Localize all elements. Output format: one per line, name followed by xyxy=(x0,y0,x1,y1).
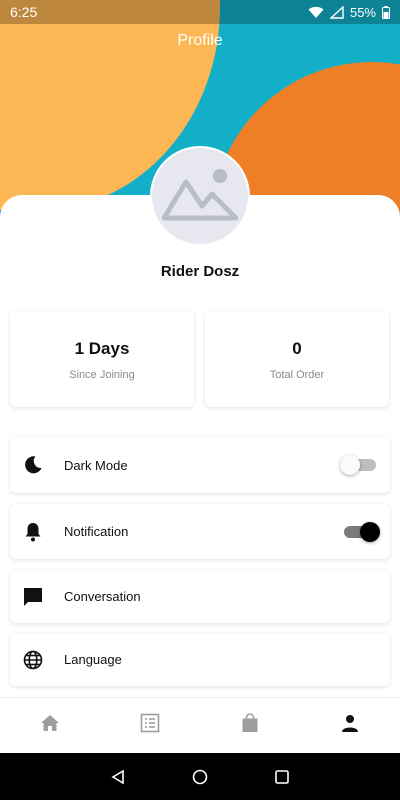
stat-label: Since Joining xyxy=(69,369,135,381)
status-time: 6:25 xyxy=(10,4,38,20)
user-name: Rider Dosz xyxy=(160,263,240,280)
dark-mode-toggle[interactable] xyxy=(340,454,378,476)
stat-card-since-joining: 1 Days Since Joining xyxy=(10,311,194,407)
avatar[interactable] xyxy=(150,146,250,246)
moon-icon xyxy=(22,454,44,476)
stat-card-total-order: 0 Total Order xyxy=(205,311,389,407)
recents-icon[interactable] xyxy=(271,766,293,788)
notification-toggle[interactable] xyxy=(342,521,380,543)
globe-icon xyxy=(22,649,44,671)
stat-value: 1 Days xyxy=(74,339,130,358)
page-title: Profile xyxy=(177,32,223,49)
chat-icon xyxy=(22,586,44,608)
signal-icon xyxy=(329,5,344,19)
bottom-navigation xyxy=(0,697,400,753)
menu-label: Dark Mode xyxy=(64,457,128,473)
home-icon xyxy=(40,714,60,737)
person-icon xyxy=(341,714,359,737)
wifi-icon xyxy=(308,6,324,19)
status-bar: 6:25 55% xyxy=(0,0,400,24)
home-circle-icon[interactable] xyxy=(189,766,211,788)
stat-label: Total Order xyxy=(269,369,325,381)
stat-value: 0 xyxy=(292,339,302,358)
nav-orders[interactable] xyxy=(100,698,200,753)
menu-item-notification[interactable]: Notification xyxy=(10,504,390,559)
bell-icon xyxy=(22,521,44,543)
status-icons: 55% xyxy=(308,5,390,20)
nav-shop[interactable] xyxy=(200,698,300,753)
menu-label: Notification xyxy=(64,524,129,539)
menu-item-language[interactable]: Language xyxy=(10,633,390,686)
battery-icon xyxy=(382,5,390,19)
back-icon[interactable] xyxy=(107,766,129,788)
battery-label: 55% xyxy=(349,4,376,20)
menu-label: Language xyxy=(64,652,122,667)
toggle-thumb xyxy=(340,455,360,475)
shopping-bag-icon xyxy=(241,713,259,738)
list-icon xyxy=(140,713,160,738)
image-placeholder-icon xyxy=(161,166,239,227)
nav-profile[interactable] xyxy=(300,698,400,753)
nav-home[interactable] xyxy=(0,698,100,753)
menu-item-dark-mode[interactable]: Dark Mode xyxy=(10,437,390,493)
toggle-thumb xyxy=(360,521,380,542)
menu-label: Conversation xyxy=(64,589,141,604)
menu-item-conversation[interactable]: Conversation xyxy=(10,570,390,623)
system-navigation-bar xyxy=(0,753,400,800)
